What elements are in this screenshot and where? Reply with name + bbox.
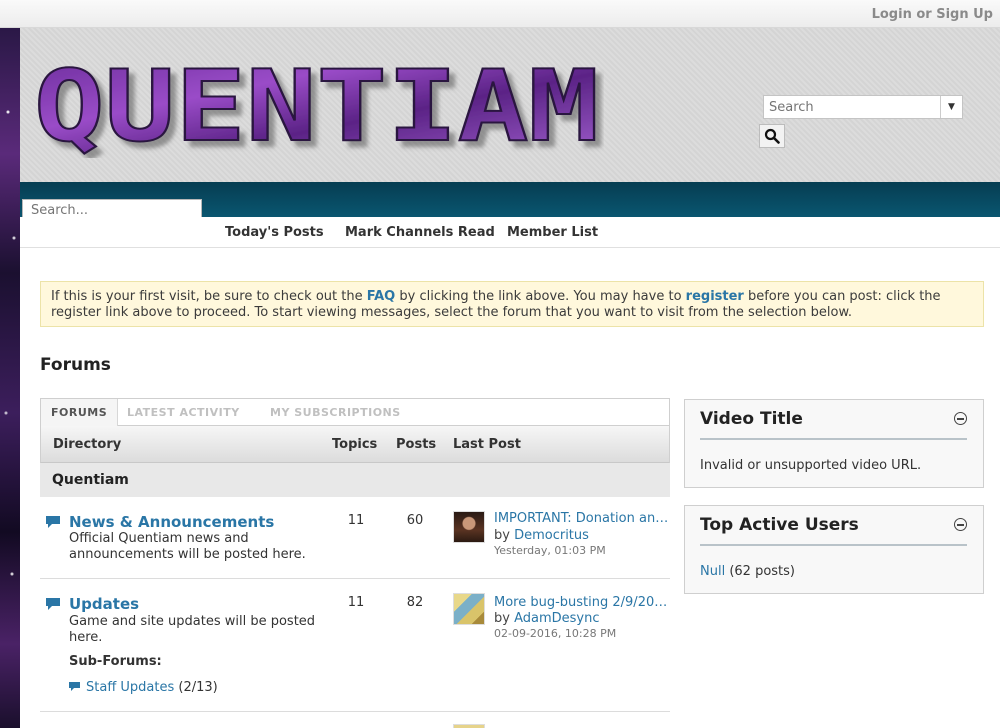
forum-topics-count: 11 xyxy=(347,595,365,610)
page-title: Forums xyxy=(40,355,111,375)
column-directory: Directory xyxy=(53,437,122,452)
forum-description: Game and site updates will be posted her… xyxy=(69,614,316,645)
top-bar: Login or Sign Up xyxy=(0,0,1000,28)
subforum-counts: (2/13) xyxy=(178,680,218,695)
first-visit-notice: If this is your first visit, be sure to … xyxy=(40,281,984,327)
subforum-icon xyxy=(69,682,80,691)
top-active-users-widget: Top Active Users Null (62 posts) xyxy=(684,505,984,594)
last-post-byline: by AdamDesync xyxy=(494,611,600,626)
speech-bubble-icon xyxy=(46,598,60,610)
tab-forums[interactable]: FORUMS xyxy=(41,399,119,426)
category-header[interactable]: Quentiam xyxy=(40,463,670,497)
search-icon xyxy=(764,128,780,144)
forum-topics-count: 11 xyxy=(347,513,365,528)
last-post-title[interactable]: More bug-busting 2/9/2016 xyxy=(494,595,670,610)
column-topics: Topics xyxy=(332,437,378,452)
subforum-item: Staff Updates (2/13) xyxy=(69,680,218,695)
header-search-input[interactable] xyxy=(764,96,934,118)
last-post-author-link[interactable]: Democritus xyxy=(514,528,589,543)
space-background xyxy=(0,28,20,728)
top-user-entry: Null (62 posts) xyxy=(700,564,795,579)
column-posts: Posts xyxy=(396,437,437,452)
tab-my-subscriptions[interactable]: MY SUBSCRIPTIONS xyxy=(260,399,411,426)
forum-row: News & Announcements Official Quentiam n… xyxy=(40,497,670,579)
forum-posts-count: 82 xyxy=(406,595,424,610)
widget-divider xyxy=(700,438,967,440)
tab-bar: FORUMS LATEST ACTIVITY MY SUBSCRIPTIONS xyxy=(40,398,670,426)
widget-divider xyxy=(700,544,967,546)
top-user-link[interactable]: Null xyxy=(700,564,725,579)
site-logo[interactable]: QUENTIAM xyxy=(33,48,604,165)
chevron-down-icon[interactable]: ▼ xyxy=(940,96,962,118)
last-post-byline: by Democritus xyxy=(494,528,589,543)
forum-title-news[interactable]: News & Announcements xyxy=(69,513,274,531)
tab-latest-activity[interactable]: LATEST ACTIVITY xyxy=(117,399,250,426)
top-user-posts: (62 posts) xyxy=(729,564,795,579)
widget-title: Video Title xyxy=(700,409,803,429)
nav-member-list[interactable]: Member List xyxy=(507,225,598,240)
avatar[interactable] xyxy=(453,511,485,543)
video-widget: Video Title Invalid or unsupported video… xyxy=(684,399,984,488)
category-title: Quentiam xyxy=(52,472,129,488)
video-error-text: Invalid or unsupported video URL. xyxy=(700,458,922,473)
forum-posts-count: 60 xyxy=(406,513,424,528)
subforum-staff-updates-link[interactable]: Staff Updates xyxy=(86,680,174,695)
register-link[interactable]: register xyxy=(686,289,744,304)
column-header: Directory Topics Posts Last Post xyxy=(40,426,670,463)
forum-title-updates[interactable]: Updates xyxy=(69,595,139,613)
forum-row: Updates Game and site updates will be po… xyxy=(40,579,670,712)
forum-directory-panel: FORUMS LATEST ACTIVITY MY SUBSCRIPTIONS … xyxy=(40,398,670,728)
logo-text: QUENTIAM xyxy=(34,50,599,158)
faq-link[interactable]: FAQ xyxy=(367,289,396,304)
last-post-author-link[interactable]: AdamDesync xyxy=(514,611,599,626)
speech-bubble-icon xyxy=(46,516,60,528)
subforums-label: Sub-Forums: xyxy=(69,654,162,669)
widget-title: Top Active Users xyxy=(700,515,859,535)
nav-todays-posts[interactable]: Today's Posts xyxy=(225,225,324,240)
last-post-date: 02-09-2016, 10:28 PM xyxy=(494,627,617,640)
collapse-icon[interactable] xyxy=(954,412,967,425)
last-post-title[interactable]: IMPORTANT: Donation anno… xyxy=(494,511,670,526)
header-search-box: ▼ xyxy=(763,95,963,119)
last-post-date: Yesterday, 01:03 PM xyxy=(494,544,606,557)
search-button[interactable] xyxy=(759,124,785,148)
nav-mark-channels-read[interactable]: Mark Channels Read xyxy=(345,225,495,240)
login-signup-link[interactable]: Login or Sign Up xyxy=(872,7,993,22)
column-last-post: Last Post xyxy=(453,437,521,452)
site-header: QUENTIAM ▼ xyxy=(20,28,1000,182)
forum-row xyxy=(40,712,670,728)
avatar[interactable] xyxy=(453,724,485,728)
avatar[interactable] xyxy=(453,593,485,625)
sub-nav: Today's Posts Mark Channels Read Member … xyxy=(20,217,1000,248)
forum-description: Official Quentiam news and announcements… xyxy=(69,531,306,562)
collapse-icon[interactable] xyxy=(954,518,967,531)
